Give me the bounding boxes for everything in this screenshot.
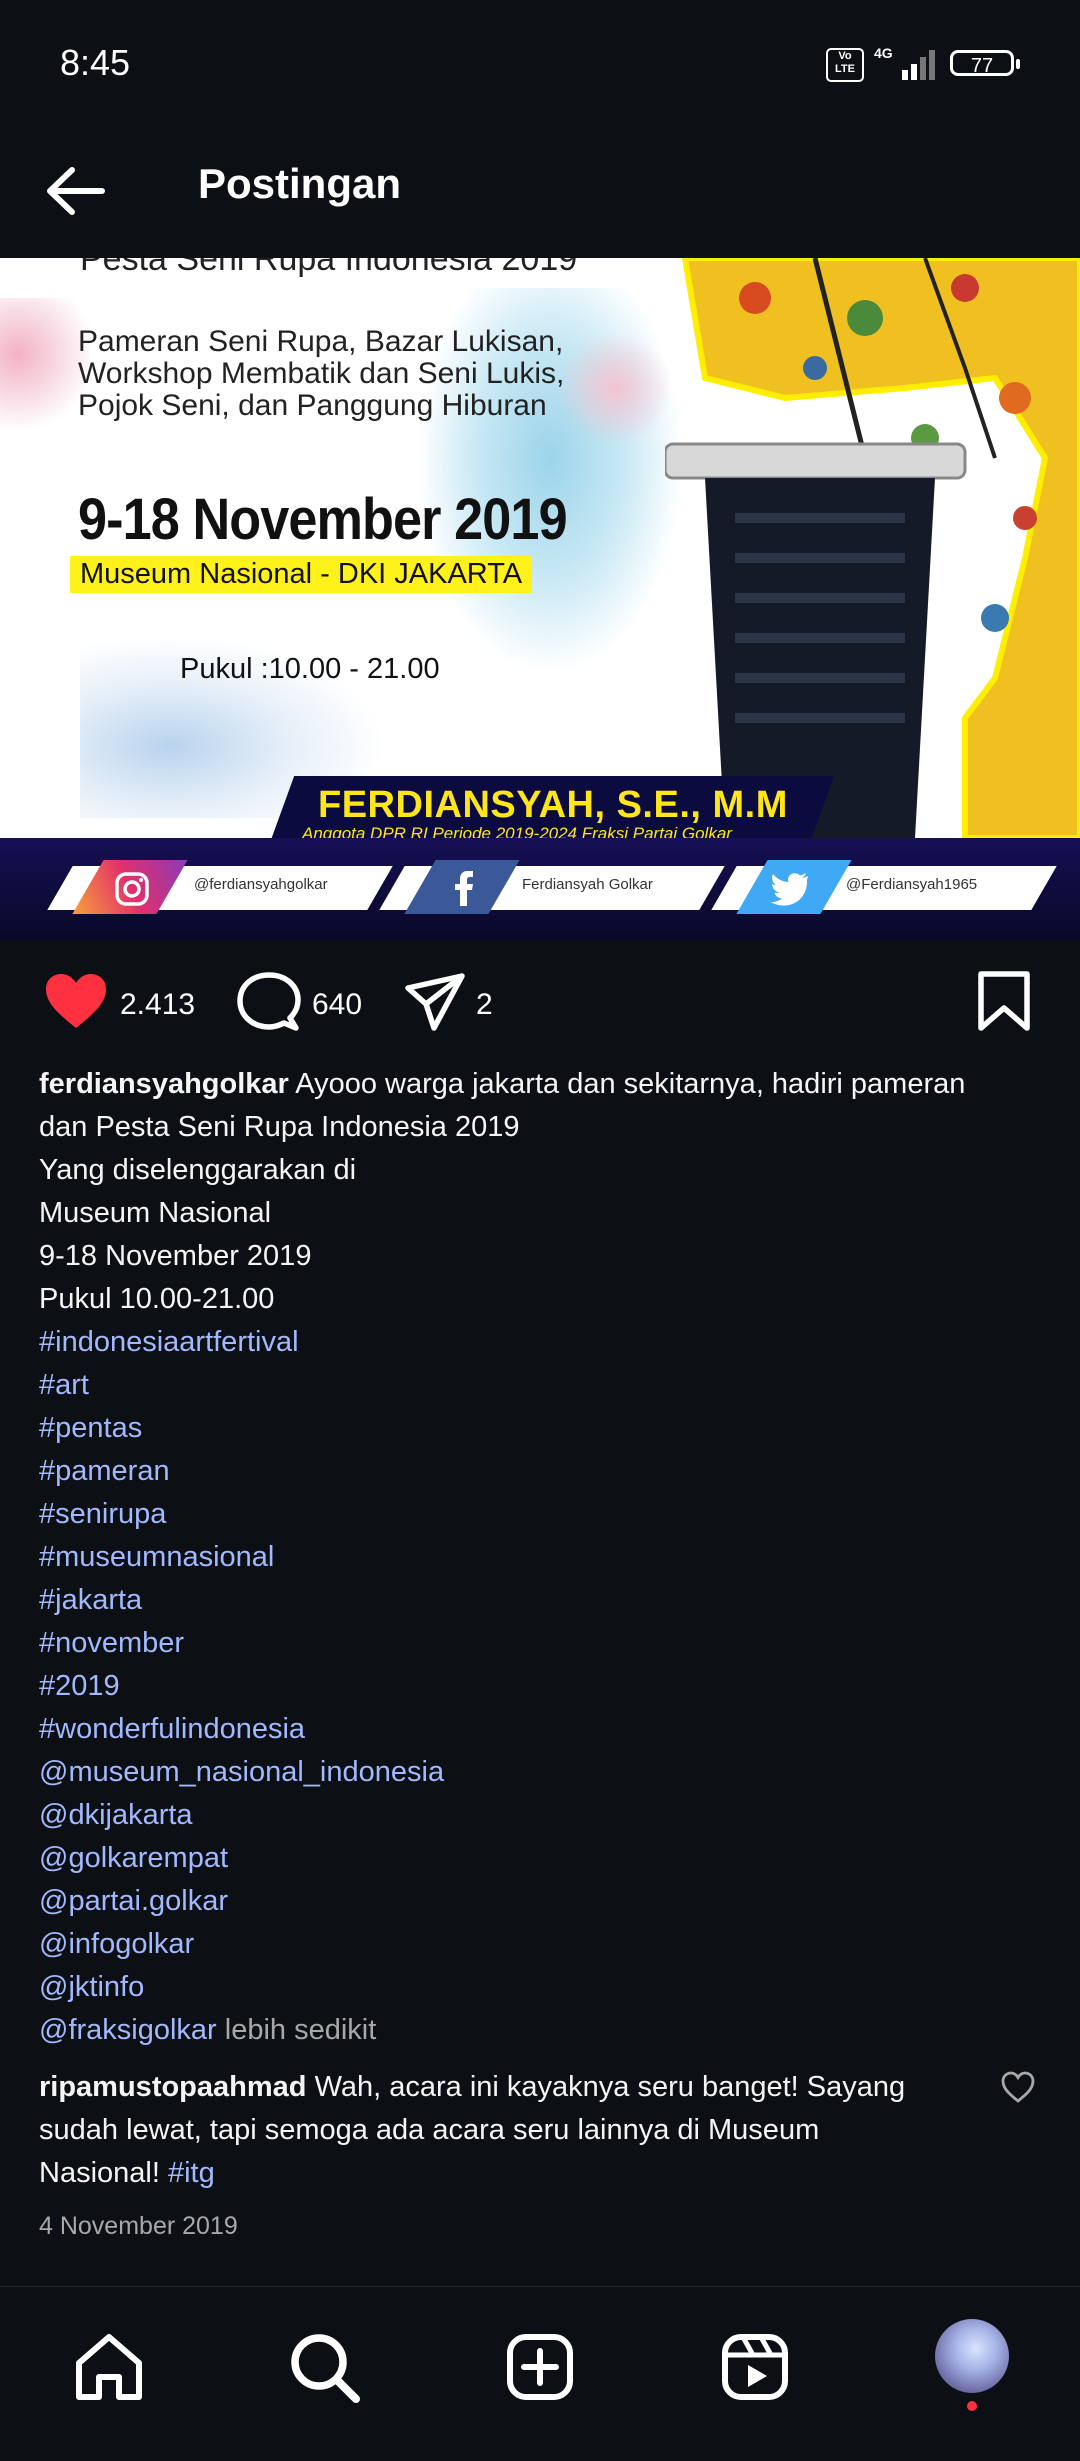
mention-link[interactable]: @dkijakarta: [39, 1794, 1049, 1837]
bottom-nav: [0, 2286, 1080, 2461]
status-time: 8:45: [60, 42, 131, 83]
hashtag-link[interactable]: #itg: [168, 2157, 215, 2189]
caption-first-line: ferdiansyahgolkar Ayooo warga jakarta da…: [39, 1063, 1049, 1106]
hashtag-link[interactable]: #pentas: [39, 1407, 1049, 1450]
hashtag-link[interactable]: #indonesiaartfertival: [39, 1321, 1049, 1364]
back-arrow-icon[interactable]: [42, 156, 112, 226]
twitter-handle: @Ferdiansyah1965: [846, 876, 978, 893]
share-icon[interactable]: [402, 970, 468, 1034]
caption-line: Pukul 10.00-21.00: [39, 1283, 275, 1315]
show-less-link[interactable]: lebih sedikit: [225, 2014, 377, 2046]
poster-venue: Museum Nasional - DKI JAKARTA: [70, 556, 533, 593]
post-date: 4 November 2019: [39, 2212, 238, 2240]
poster-description: Pameran Seni Rupa, Bazar Lukisan, Worksh…: [78, 326, 564, 422]
post-image[interactable]: Pesta Seni Rupa Indonesia 2019 Pameran S…: [0, 258, 1080, 940]
battery-icon: 77: [950, 50, 1020, 77]
notification-dot: [967, 2401, 977, 2411]
comment-last-line: Nasional! #itg: [39, 2152, 969, 2195]
hashtag-link[interactable]: #wonderfulindonesia: [39, 1708, 1049, 1751]
hashtag-link[interactable]: #jakarta: [39, 1579, 1049, 1622]
search-icon[interactable]: [284, 2327, 364, 2407]
caption-text: Ayooo warga jakarta dan sekitarnya, hadi…: [295, 1068, 966, 1100]
hashtag-link[interactable]: #november: [39, 1622, 1049, 1665]
post-actions: 2.413 640 2: [0, 958, 1080, 1048]
mention-link[interactable]: @fraksigolkar: [39, 2014, 217, 2046]
paint-splash: [0, 298, 90, 438]
comment-username[interactable]: ripamustopaahmad: [39, 2071, 307, 2103]
mention-link[interactable]: @jktinfo: [39, 1966, 1049, 2009]
comment-first-line: ripamustopaahmad Wah, acara ini kayaknya…: [39, 2066, 969, 2109]
poster-date: 9-18 November 2019: [78, 487, 568, 552]
poster-desc-line: Workshop Membatik dan Seni Lukis,: [78, 357, 565, 390]
hashtag-link[interactable]: #pameran: [39, 1450, 1049, 1493]
instagram-handle: @ferdiansyahgolkar: [194, 876, 328, 893]
bookmark-icon[interactable]: [976, 970, 1032, 1034]
comment-text: sudah lewat, tapi semoga ada acara seru …: [39, 2114, 820, 2146]
network-type: 4G: [874, 45, 893, 61]
mention-link[interactable]: @infogolkar: [39, 1923, 1049, 1966]
create-icon[interactable]: [500, 2327, 580, 2407]
volte-icon: Vo LTE: [826, 48, 864, 82]
page-title: Postingan: [198, 160, 402, 207]
facebook-handle: Ferdiansyah Golkar: [522, 876, 653, 893]
top-header: Postingan: [0, 130, 1080, 258]
caption-line: 9-18 November 2019: [39, 1240, 312, 1272]
speaker-podium-illustration: [665, 258, 1080, 838]
comment-icon[interactable]: [234, 970, 304, 1034]
paint-splash: [560, 328, 670, 448]
caption-line: dan Pesta Seni Rupa Indonesia 2019: [39, 1111, 520, 1143]
caption-last-line: @fraksigolkar lebih sedikit: [39, 2009, 1049, 2052]
status-bar: 8:45 Vo LTE 4G 77: [0, 0, 1080, 130]
hashtag-link[interactable]: #art: [39, 1364, 1049, 1407]
comment-item: ripamustopaahmad Wah, acara ini kayaknya…: [39, 2066, 969, 2195]
hashtag-link[interactable]: #museumnasional: [39, 1536, 1049, 1579]
post-caption: ferdiansyahgolkar Ayooo warga jakarta da…: [39, 1063, 1049, 2052]
hashtag-link[interactable]: #senirupa: [39, 1493, 1049, 1536]
poster-cut-title: Pesta Seni Rupa Indonesia 2019: [80, 258, 578, 278]
share-count[interactable]: 2: [476, 988, 493, 1022]
comment-text: Wah, acara ini kayaknya seru banget! Say…: [314, 2071, 906, 2103]
poster-desc-line: Pameran Seni Rupa, Bazar Lukisan,: [78, 325, 564, 358]
reels-icon[interactable]: [715, 2327, 795, 2407]
speaker-name: FERDIANSYAH, S.E., M.M: [318, 784, 788, 826]
comment-count[interactable]: 640: [312, 988, 362, 1022]
mention-link[interactable]: @museum_nasional_indonesia: [39, 1751, 1049, 1794]
caption-username[interactable]: ferdiansyahgolkar: [39, 1068, 289, 1100]
mention-link[interactable]: @golkarempat: [39, 1837, 1049, 1880]
caption-line: Museum Nasional: [39, 1197, 272, 1229]
comment-text: Nasional!: [39, 2157, 160, 2189]
home-icon[interactable]: [69, 2327, 149, 2407]
heart-filled-icon[interactable]: [42, 970, 110, 1034]
profile-avatar[interactable]: [935, 2319, 1009, 2393]
comment-heart-icon[interactable]: [1000, 2070, 1036, 2106]
facebook-icon: [455, 871, 473, 906]
like-count[interactable]: 2.413: [120, 988, 195, 1022]
twitter-icon: [770, 873, 808, 906]
mention-link[interactable]: @partai.golkar: [39, 1880, 1049, 1923]
signal-icon: 4G: [874, 45, 935, 80]
hashtag-link[interactable]: #2019: [39, 1665, 1049, 1708]
caption-line: Yang diselenggarakan di: [39, 1154, 357, 1186]
poster-hours: Pukul :10.00 - 21.00: [180, 653, 440, 685]
poster-desc-line: Pojok Seni, dan Panggung Hiburan: [78, 389, 547, 422]
instagram-icon: [115, 872, 149, 906]
